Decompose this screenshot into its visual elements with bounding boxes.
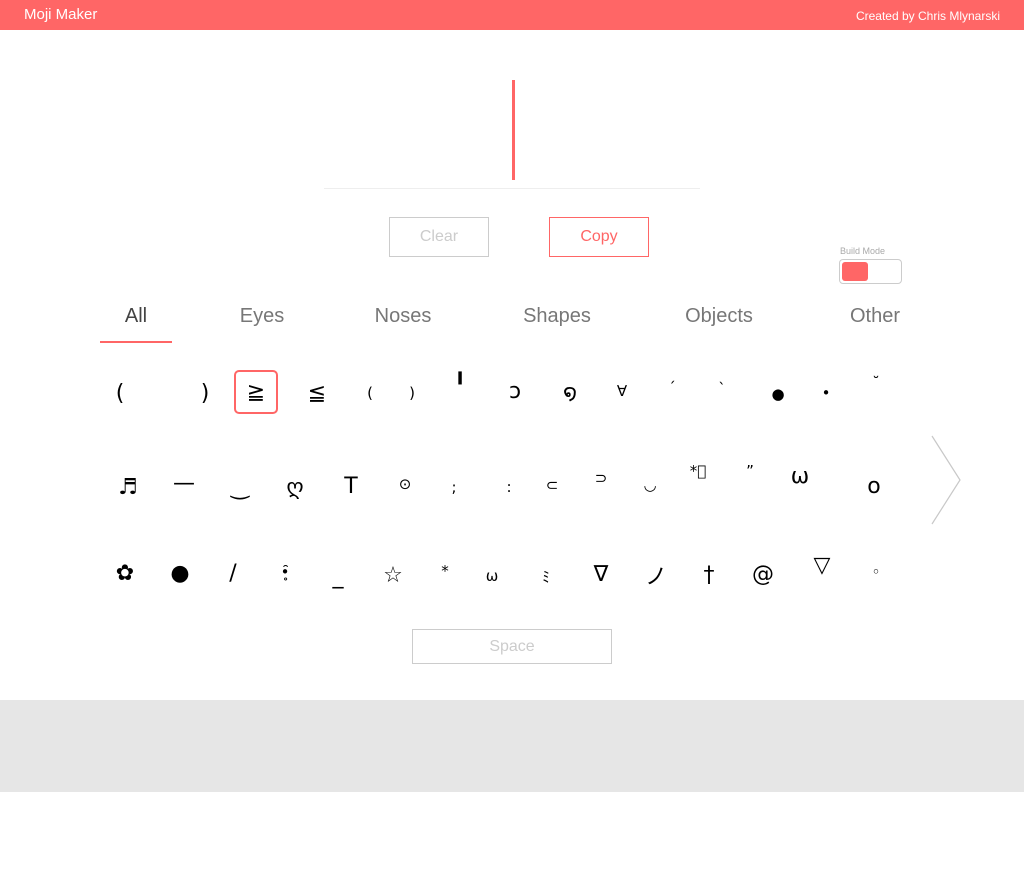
- symbol-key[interactable]: ): [390, 371, 434, 415]
- symbol-key[interactable]: _: [316, 554, 360, 598]
- symbol-key[interactable]: ノ: [634, 553, 678, 597]
- symbol-key[interactable]: `: [700, 367, 744, 411]
- clear-button[interactable]: Clear: [389, 217, 489, 257]
- symbol-key[interactable]: ⊃: [579, 456, 623, 500]
- build-mode-label: Build Mode: [840, 246, 886, 256]
- symbol-key[interactable]: @: [741, 552, 785, 596]
- symbol-key[interactable]: ɔ: [493, 369, 537, 413]
- symbol-key[interactable]: o: [852, 464, 896, 508]
- symbol-key[interactable]: ღ: [273, 465, 317, 509]
- tab-noses[interactable]: Noses: [366, 305, 440, 341]
- symbol-key[interactable]: ໑: [548, 371, 592, 415]
- symbol-key[interactable]: ◦: [854, 550, 898, 594]
- symbol-key[interactable]: ≦: [295, 371, 339, 415]
- symbol-key[interactable]: ´: [650, 366, 694, 410]
- symbol-key[interactable]: ╹: [438, 363, 482, 407]
- symbol-key[interactable]: •: [804, 371, 848, 415]
- build-mode-toggle[interactable]: [839, 259, 902, 284]
- footer-band: [0, 700, 1024, 792]
- symbol-key[interactable]: ✿: [103, 551, 147, 595]
- symbol-key[interactable]: ”: [728, 449, 772, 493]
- next-page-arrow[interactable]: [928, 434, 964, 526]
- symbol-key[interactable]: ‿: [218, 465, 262, 509]
- symbol-key[interactable]: —: [162, 461, 206, 505]
- symbol-key[interactable]: ): [183, 371, 227, 415]
- symbol-key[interactable]: •̥̑: [263, 550, 307, 594]
- symbol-key[interactable]: (: [348, 371, 392, 415]
- author-credit[interactable]: Created by Chris Mlynarski: [856, 9, 1000, 23]
- output-cursor: [512, 80, 515, 180]
- toggle-knob: [842, 262, 868, 281]
- tab-eyes[interactable]: Eyes: [226, 305, 298, 341]
- symbol-key[interactable]: :: [487, 465, 531, 509]
- space-button[interactable]: Space: [412, 629, 612, 664]
- symbol-key[interactable]: ω: [470, 554, 514, 598]
- copy-button[interactable]: Copy: [549, 217, 649, 257]
- symbol-key[interactable]: ●: [756, 372, 800, 416]
- symbol-key[interactable]: ⊂: [530, 463, 574, 507]
- symbol-key[interactable]: ;: [432, 465, 476, 509]
- tab-other[interactable]: Other: [840, 305, 910, 341]
- symbol-key[interactable]: /: [211, 551, 255, 595]
- symbol-key[interactable]: T: [329, 464, 373, 508]
- symbol-key[interactable]: ﾐ: [524, 554, 568, 598]
- symbol-key[interactable]: *: [423, 549, 467, 593]
- symbol-key[interactable]: ˘: [854, 361, 898, 405]
- symbol-key-selected[interactable]: ≧: [234, 370, 278, 414]
- symbol-key[interactable]: ω: [778, 454, 822, 498]
- symbol-key[interactable]: ⊙: [383, 462, 427, 506]
- symbol-key[interactable]: ♬: [106, 465, 150, 509]
- symbol-key[interactable]: †: [687, 553, 731, 597]
- symbol-key[interactable]: ▽: [800, 543, 844, 587]
- symbol-key[interactable]: ●: [158, 551, 202, 595]
- symbol-key[interactable]: ☆: [371, 553, 415, 597]
- symbol-key[interactable]: ∇: [579, 552, 623, 596]
- symbol-key[interactable]: *ﾟ: [676, 449, 720, 493]
- top-bar: Moji Maker Created by Chris Mlynarski: [0, 0, 1024, 30]
- tab-shapes[interactable]: Shapes: [516, 305, 598, 341]
- tab-all[interactable]: All: [100, 305, 172, 343]
- chevron-right-icon: [931, 435, 961, 525]
- output-underline: [324, 188, 700, 189]
- tab-objects[interactable]: Objects: [676, 305, 762, 341]
- app-title[interactable]: Moji Maker: [24, 6, 97, 23]
- symbol-key[interactable]: ◡: [628, 463, 672, 507]
- symbol-key[interactable]: (: [98, 371, 142, 415]
- symbol-key[interactable]: ∀: [600, 369, 644, 413]
